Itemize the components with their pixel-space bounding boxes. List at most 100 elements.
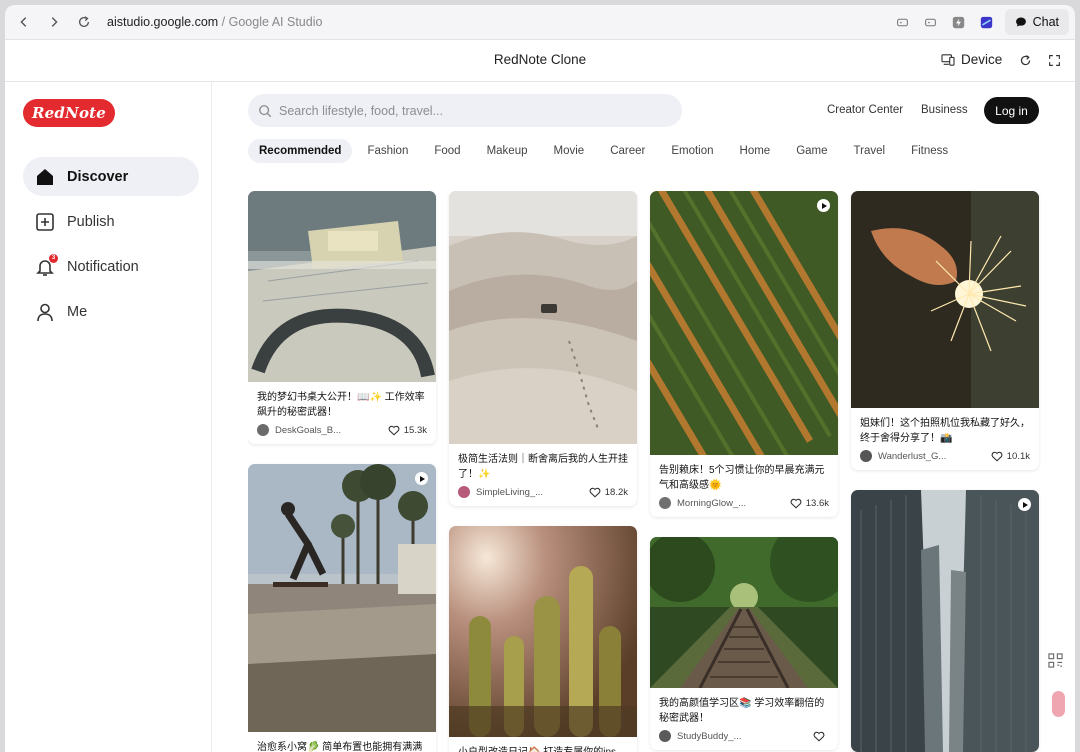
card-title: 我的梦幻书桌大公开！📖✨ 工作效率飙升的秘密武器！ (257, 392, 425, 418)
category-tabs: Recommended Fashion Food Makeup Movie Ca… (248, 139, 963, 163)
sidebar-item-notification[interactable]: 3 Notification (23, 247, 199, 286)
search-icon (259, 104, 272, 117)
like-button[interactable]: 10.1k (991, 451, 1030, 462)
skyscrapers-photo (851, 490, 1039, 752)
scroll-top-handle[interactable] (1052, 691, 1065, 717)
extension-tag-icon[interactable] (893, 12, 913, 32)
device-icon (941, 53, 955, 66)
avatar (458, 486, 470, 498)
search-input[interactable] (279, 103, 659, 118)
sidebar: RedNote Discover Publish 3 Notification (5, 82, 212, 752)
browser-toolbar: aistudio.google.com / Google AI Studio C… (5, 5, 1075, 40)
plus-square-icon (35, 212, 55, 232)
card-title: 极简生活法则｜断舍离后我的人生开挂了！✨ (458, 454, 628, 480)
sidebar-item-me[interactable]: Me (23, 292, 199, 331)
device-label: Device (961, 52, 1003, 67)
avatar (257, 424, 269, 436)
sidebar-item-publish[interactable]: Publish (23, 202, 199, 241)
feed-card[interactable]: 我的梦幻书桌大公开！📖✨ 工作效率飙升的秘密武器！ DeskGoals_B...… (248, 191, 436, 444)
bell-icon: 3 (35, 253, 58, 277)
login-button[interactable]: Log in (984, 97, 1039, 124)
card-author[interactable]: Wanderlust_G... (878, 451, 991, 462)
url-separator: / (218, 15, 229, 29)
green-field-rows-photo (650, 191, 838, 455)
card-author[interactable]: DeskGoals_B... (275, 425, 388, 436)
card-author[interactable]: MorningGlow_... (677, 498, 790, 509)
feed-card[interactable]: 姐妹们！这个拍照机位我私藏了好久，终于舍得分享了！📸 Wanderlust_G.… (851, 191, 1039, 470)
avatar (659, 497, 671, 509)
device-button[interactable]: Device (941, 52, 1002, 67)
search-bar[interactable] (248, 94, 682, 127)
tab-home[interactable]: Home (729, 139, 782, 163)
sidebar-item-label: Publish (67, 213, 115, 230)
feed-grid: 我的梦幻书桌大公开！📖✨ 工作效率飙升的秘密武器！ DeskGoals_B...… (248, 191, 1045, 752)
card-author[interactable]: SimpleLiving_... (476, 487, 589, 498)
like-button[interactable] (813, 731, 829, 742)
card-title: 治愈系小窝🥬 简单布置也能拥有满满 (257, 742, 423, 752)
qr-grid-icon[interactable] (1045, 650, 1065, 670)
feed-card[interactable] (851, 490, 1039, 752)
skatepark-palm-photo (248, 464, 436, 732)
card-title: 姐妹们！这个拍照机位我私藏了好久，终于舍得分享了！📸 (860, 418, 1030, 444)
feed-card[interactable]: 我的高颜值学习区📚 学习效率翻倍的秘密武器！ StudyBuddy_... (650, 537, 838, 750)
extension-bolt-icon[interactable] (949, 12, 969, 32)
video-play-icon (1018, 498, 1031, 511)
address-bar[interactable]: aistudio.google.com / Google AI Studio (107, 15, 322, 29)
heart-icon (388, 425, 400, 436)
tab-travel[interactable]: Travel (843, 139, 897, 163)
video-play-icon (415, 472, 428, 485)
desert-dunes-photo (449, 191, 637, 444)
desk-blueprint-photo (248, 191, 436, 382)
heart-icon (991, 451, 1003, 462)
sidebar-item-label: Discover (67, 168, 129, 185)
like-count: 13.6k (805, 497, 829, 509)
video-play-icon (817, 199, 830, 212)
url-page: Google AI Studio (228, 15, 323, 29)
cactus-sunlight-photo (449, 526, 637, 737)
feed-card[interactable]: 治愈系小窝🥬 简单布置也能拥有满满 (248, 464, 436, 752)
tab-recommended[interactable]: Recommended (248, 139, 353, 163)
tab-fitness[interactable]: Fitness (900, 139, 959, 163)
card-author[interactable]: StudyBuddy_... (677, 731, 813, 742)
forward-icon[interactable] (39, 7, 69, 37)
home-icon (35, 167, 55, 187)
extension-tag-icon-2[interactable] (921, 12, 941, 32)
refresh-icon[interactable] (1017, 52, 1033, 68)
rednote-logo[interactable]: RedNote (23, 99, 115, 127)
feed-card[interactable]: 小户型改造日记🏠 打造专属你的ins (449, 526, 637, 752)
tab-makeup[interactable]: Makeup (476, 139, 539, 163)
tab-fashion[interactable]: Fashion (356, 139, 419, 163)
like-count: 10.1k (1006, 450, 1030, 462)
tab-food[interactable]: Food (423, 139, 471, 163)
extension-stripe-icon[interactable] (977, 12, 997, 32)
like-count: 15.3k (403, 424, 427, 436)
heart-icon (813, 731, 825, 742)
fullscreen-icon[interactable] (1046, 52, 1062, 68)
reload-icon[interactable] (69, 7, 99, 37)
tab-emotion[interactable]: Emotion (660, 139, 724, 163)
heart-icon (790, 498, 802, 509)
user-icon (35, 302, 55, 322)
like-button[interactable]: 18.2k (589, 487, 628, 498)
feed-card[interactable]: 告别赖床！5个习惯让你的早晨充满元气和高级感🌞 MorningGlow_... … (650, 191, 838, 517)
sidebar-item-discover[interactable]: Discover (23, 157, 199, 196)
feed-card[interactable]: 极简生活法则｜断舍离后我的人生开挂了！✨ SimpleLiving_... 18… (449, 191, 637, 506)
card-title: 告别赖床！5个习惯让你的早晨充满元气和高级感🌞 (659, 465, 825, 491)
like-button[interactable]: 15.3k (388, 425, 427, 436)
chat-bubble-icon (1015, 17, 1026, 27)
card-title: 我的高颜值学习区📚 学习效率翻倍的秘密武器！ (659, 698, 825, 724)
card-title: 小户型改造日记🏠 打造专属你的ins (449, 737, 637, 752)
tab-career[interactable]: Career (599, 139, 656, 163)
tab-movie[interactable]: Movie (543, 139, 596, 163)
back-icon[interactable] (9, 7, 39, 37)
chat-label: Chat (1032, 15, 1059, 29)
business-link[interactable]: Business (921, 104, 968, 116)
tab-game[interactable]: Game (785, 139, 838, 163)
creator-center-link[interactable]: Creator Center (827, 104, 903, 116)
sidebar-item-label: Notification (67, 258, 139, 275)
sparkler-hand-photo (851, 191, 1039, 408)
chat-button[interactable]: Chat (1004, 9, 1069, 35)
like-button[interactable]: 13.6k (790, 498, 829, 509)
forest-railway-photo (650, 537, 838, 688)
notification-badge: 3 (49, 253, 58, 263)
